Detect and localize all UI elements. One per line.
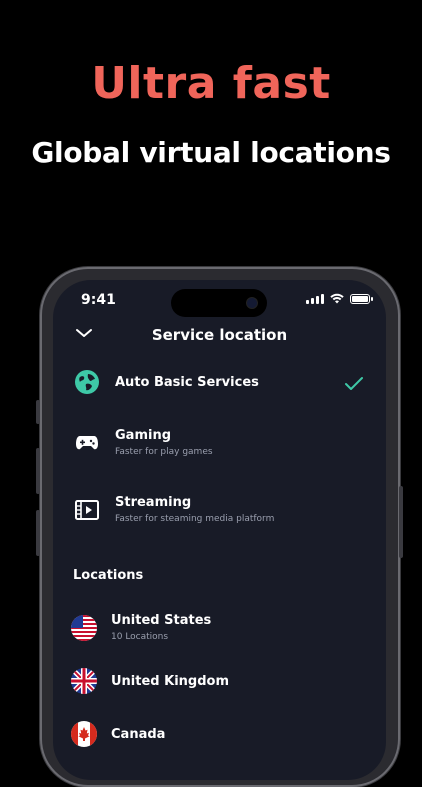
phone-screen: 9:41 Service location Auto Basic Service… [53, 280, 386, 780]
location-item-uk[interactable]: United Kingdom [71, 668, 366, 694]
wifi-icon [330, 293, 344, 304]
location-name: United States [111, 613, 212, 628]
subheadline: Global virtual locations [31, 136, 391, 169]
video-icon [73, 496, 101, 524]
signal-icon [306, 293, 324, 304]
service-desc: Faster for play games [115, 447, 213, 457]
locations-header: Locations [73, 568, 144, 583]
location-name: Canada [111, 726, 166, 742]
canada-flag-icon [71, 721, 97, 747]
location-name: United Kingdom [111, 673, 230, 689]
status-time: 9:41 [81, 292, 116, 308]
page-title: Service location [151, 326, 288, 344]
battery-icon [350, 293, 373, 304]
phone-power-button [399, 486, 403, 558]
service-name: Gaming [115, 428, 172, 443]
phone-mute-button [36, 400, 40, 424]
service-name: Streaming [115, 495, 192, 510]
us-flag-icon [71, 614, 97, 641]
phone-volume-down-button [36, 510, 40, 556]
service-desc: Faster for steaming media platform [115, 514, 275, 524]
location-desc: 10 Locations [111, 632, 169, 642]
camera-icon [247, 298, 257, 308]
dynamic-island [171, 289, 267, 317]
globe-icon [73, 368, 101, 396]
service-name: Auto Basic Services [115, 374, 259, 390]
headline: Ultra fast [91, 58, 331, 109]
status-icons [306, 293, 373, 304]
service-item-auto[interactable]: Auto Basic Services [73, 368, 366, 396]
service-item-gaming[interactable]: Gaming Faster for play games [73, 428, 366, 457]
checkmark-icon [345, 377, 363, 390]
phone-volume-up-button [36, 448, 40, 494]
location-item-canada[interactable]: Canada [71, 721, 366, 747]
location-item-us[interactable]: United States 10 Locations [71, 613, 366, 642]
uk-flag-icon [71, 668, 97, 694]
service-item-streaming[interactable]: Streaming Faster for steaming media plat… [73, 495, 366, 524]
gamepad-icon [73, 429, 101, 457]
